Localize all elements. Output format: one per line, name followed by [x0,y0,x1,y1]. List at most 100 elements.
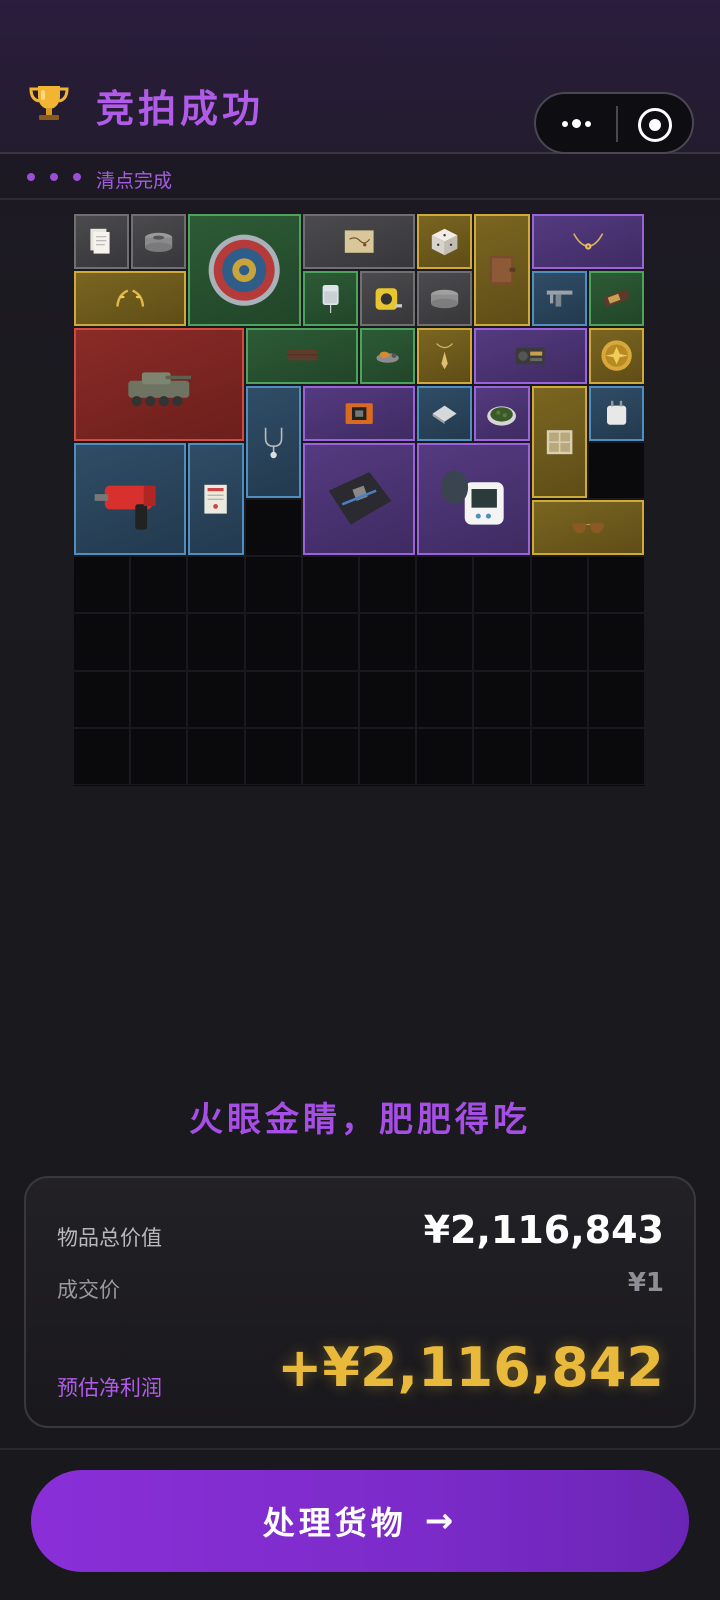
grid-cell [301,727,359,785]
deal-price: ¥1 [627,1268,664,1298]
slogan: 火眼金睛，肥肥得吃 [189,1100,531,1140]
process-goods-button[interactable]: 处理货物 → [31,1470,689,1572]
grid-cell [244,499,302,557]
grid-cell [473,727,531,785]
grid-cell [587,441,645,499]
grid-cell [187,613,245,671]
item-horned-necklace[interactable] [531,214,644,270]
grid-cell [530,613,588,671]
summary-card: 物品总价值 ¥2,116,843 成交价 ¥1 预估净利润 +¥2,116,84… [24,1176,696,1428]
item-armored-vehicle[interactable] [74,328,244,441]
item-herb-dish[interactable] [474,385,530,441]
laurel-wreath-icon [116,289,145,307]
capsule-divider [616,106,618,142]
grid-cell [587,727,645,785]
status-bar: 清点完成 [0,156,720,200]
total-value: ¥2,116,843 [423,1208,664,1252]
toy-bird-icon [376,351,399,364]
header: 竞拍成功 [0,0,720,154]
cloth-roll-icon [431,289,459,309]
herb-dish-icon [487,405,517,426]
item-metal-plate[interactable] [417,385,473,441]
process-goods-label: 处理货物 [262,1504,407,1542]
item-power-adapter[interactable] [588,385,644,441]
inventory-grid [73,213,645,786]
item-gold-medallion[interactable] [588,328,644,384]
grid-cell [530,556,588,614]
trophy-icon [29,86,69,120]
item-cloth-roll[interactable] [417,271,473,327]
page-title: 竞拍成功 [96,87,265,131]
grid-cell [359,556,417,614]
item-caliper[interactable] [531,271,587,327]
item-tape-measure[interactable] [360,271,416,327]
puzzle-cube-icon [431,228,458,256]
aviator-sunglasses-icon [571,522,604,534]
rotary-hammer-icon [94,485,156,530]
grid-cell [359,727,417,785]
confidential-file-icon [204,484,228,514]
mini-program-capsule [534,92,694,154]
arrow-right-icon: → [424,1501,458,1541]
status-dot [73,173,81,181]
item-motherboard[interactable] [302,442,416,556]
item-leather-journal[interactable] [474,214,530,327]
item-pendant[interactable] [417,328,473,384]
grid-cell [73,556,131,614]
grid-cell [473,670,531,728]
tape-measure-icon [375,288,402,310]
item-stamp-sheet[interactable] [531,385,587,498]
item-laurel-wreath[interactable] [74,271,187,327]
grid-cell [301,613,359,671]
grid-cell [587,670,645,728]
status-dot [50,173,58,181]
grid-cell [301,556,359,614]
metal-plate-icon [432,405,457,424]
item-treasure-map[interactable] [302,214,416,270]
item-iv-bag[interactable] [302,271,358,327]
item-rotary-hammer[interactable] [74,442,187,556]
gold-medallion-icon [601,340,632,372]
armored-vehicle-icon [128,372,191,407]
item-toy-bird[interactable] [360,328,416,384]
power-adapter-icon [606,400,626,425]
grid-cell [416,556,474,614]
item-radio[interactable] [474,328,587,384]
item-aviator-sunglasses[interactable] [531,500,644,556]
grid-cell [416,670,474,728]
item-device-box[interactable] [302,385,416,441]
profit-label: 预估净利润 [57,1376,162,1400]
item-documents[interactable] [74,214,130,270]
item-confidential-file[interactable] [188,442,244,556]
item-stethoscope[interactable] [245,385,301,498]
leather-journal-icon [489,255,516,285]
pendant-icon [436,343,454,370]
grid-cell [416,613,474,671]
item-duct-tape[interactable] [131,214,187,270]
grid-cell [130,613,188,671]
more-icon[interactable] [558,108,602,138]
blood-pressure-monitor-icon [441,470,504,525]
ornate-plate-icon [209,234,281,306]
wooden-plank-icon [286,350,317,361]
grid-cell [530,670,588,728]
duct-tape-icon [145,232,173,252]
item-puzzle-cube[interactable] [417,214,473,270]
treasure-map-icon [344,230,374,253]
profit-value: +¥2,116,842 [277,1336,664,1399]
grid-cell [73,613,131,671]
grid-cell [130,727,188,785]
stamp-sheet-icon [546,429,572,454]
iv-bag-icon [322,285,339,314]
close-icon[interactable] [638,108,672,142]
item-ornate-plate[interactable] [188,214,301,327]
total-value-label: 物品总价值 [57,1226,162,1250]
item-wooden-plank[interactable] [245,328,358,384]
grid-cell [244,670,302,728]
grid-cell [130,556,188,614]
status-text: 清点完成 [96,170,173,192]
motherboard-icon [328,471,392,525]
item-energy-bar[interactable] [588,271,644,327]
caliper-icon [546,290,572,307]
item-blood-pressure-monitor[interactable] [417,442,530,556]
